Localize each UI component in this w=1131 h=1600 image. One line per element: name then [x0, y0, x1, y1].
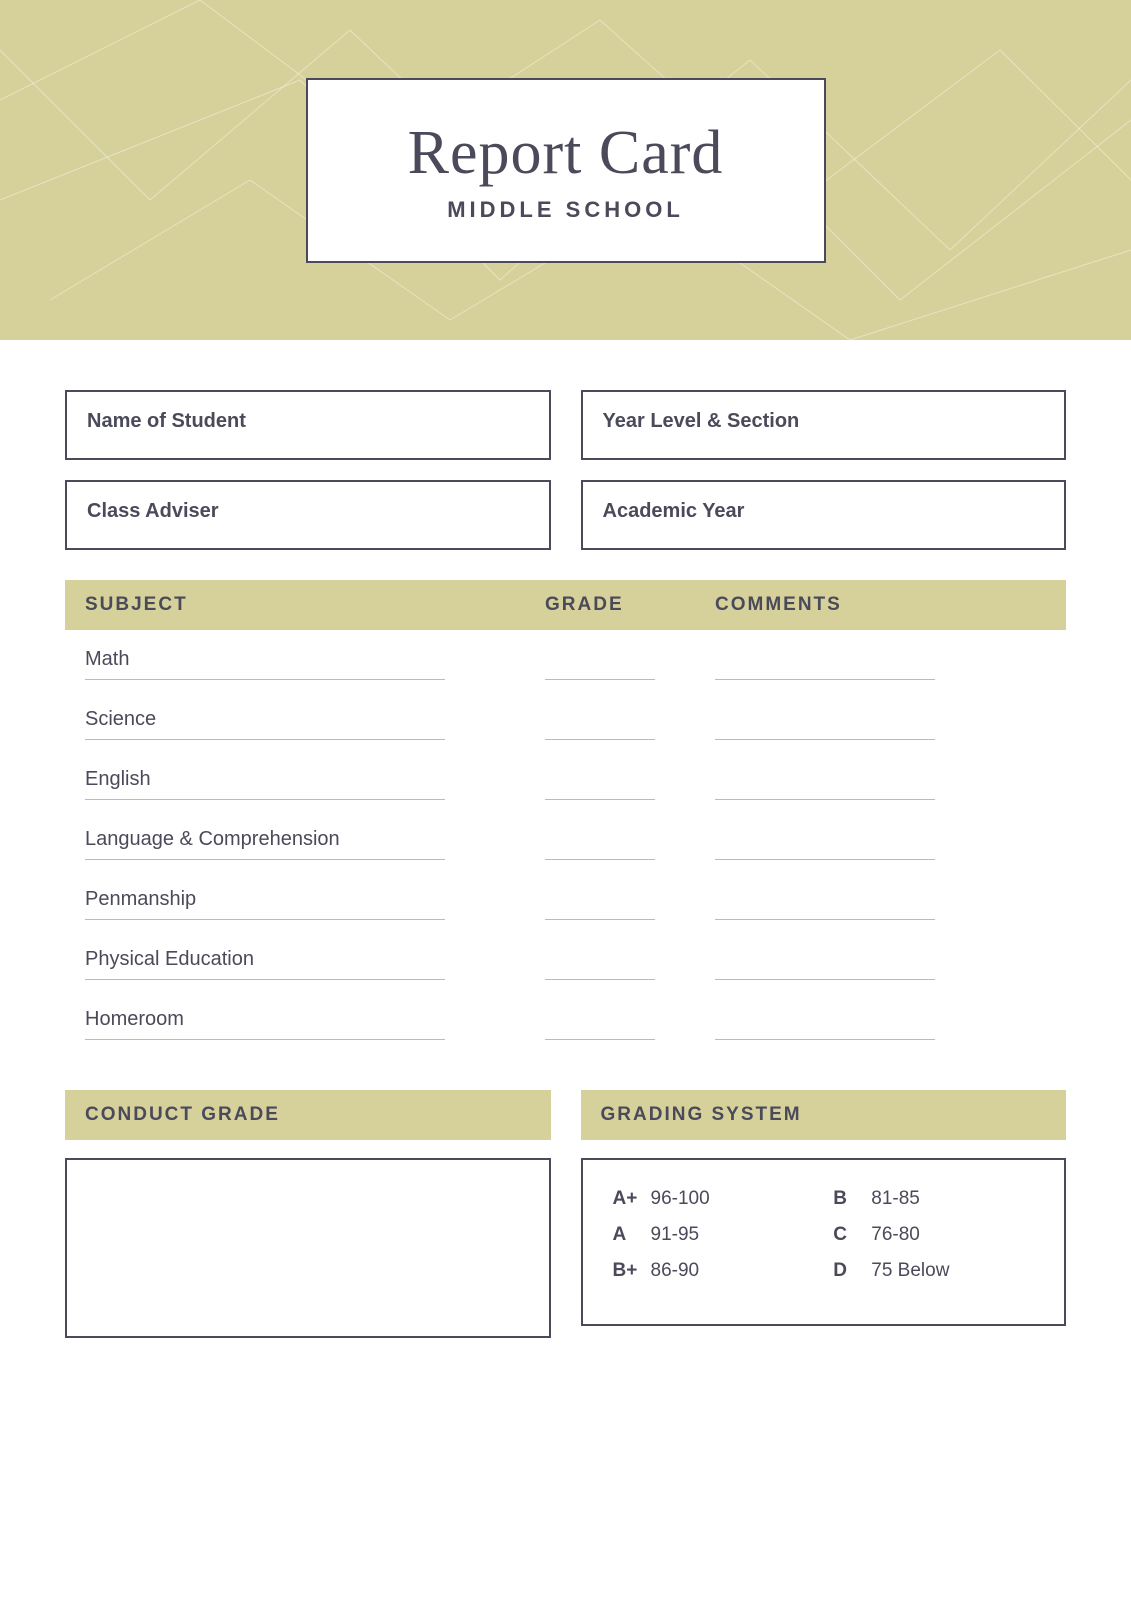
comments-line — [715, 838, 935, 860]
grade-range: 76-80 — [871, 1224, 920, 1246]
table-row: Language & Comprehension — [65, 810, 1066, 870]
grade-line — [545, 718, 655, 740]
comments-column-header: COMMENTS — [715, 594, 1066, 616]
grade-line — [545, 778, 655, 800]
grading-system-section: GRADING SYSTEM A+ 96-100 B 81-85 A 91-9 — [581, 1090, 1067, 1338]
year-level-field[interactable]: Year Level & Section — [581, 390, 1067, 460]
grade-letter: B+ — [613, 1260, 643, 1282]
table-row: Homeroom — [65, 990, 1066, 1050]
grade-entry-c: C 76-80 — [833, 1224, 1034, 1246]
info-row-1: Name of Student Year Level & Section — [65, 390, 1066, 460]
conduct-grade-section: CONDUCT GRADE — [65, 1090, 551, 1338]
grade-entry-aplus: A+ 96-100 — [613, 1188, 814, 1210]
comments-line — [715, 718, 935, 740]
table-header: SUBJECT GRADE COMMENTS — [65, 580, 1066, 630]
subject-name: Penmanship — [85, 888, 545, 911]
comments-line — [715, 898, 935, 920]
class-adviser-field[interactable]: Class Adviser — [65, 480, 551, 550]
grade-line — [545, 838, 655, 860]
grade-line — [545, 898, 655, 920]
report-card-title: Report Card — [358, 118, 774, 189]
subject-underline — [85, 739, 445, 740]
table-row: Math — [65, 630, 1066, 690]
academic-year-field[interactable]: Academic Year — [581, 480, 1067, 550]
content-area: Name of Student Year Level & Section Cla… — [0, 340, 1131, 1388]
comments-line — [715, 1018, 935, 1040]
school-level: MIDDLE SCHOOL — [358, 197, 774, 223]
subject-underline — [85, 859, 445, 860]
grade-letter: D — [833, 1260, 863, 1282]
subject-underline — [85, 979, 445, 980]
subject-name: English — [85, 768, 545, 791]
table-row: Penmanship — [65, 870, 1066, 930]
bottom-section: CONDUCT GRADE GRADING SYSTEM A+ 96-100 B… — [65, 1090, 1066, 1338]
grade-range: 91-95 — [651, 1224, 700, 1246]
grade-letter: C — [833, 1224, 863, 1246]
subject-name: Math — [85, 648, 545, 671]
grading-row-2: A 91-95 C 76-80 — [613, 1224, 1035, 1246]
table-row: Physical Education — [65, 930, 1066, 990]
grade-line — [545, 1018, 655, 1040]
subject-name: Physical Education — [85, 948, 545, 971]
conduct-grade-header: CONDUCT GRADE — [65, 1090, 551, 1140]
grade-entry-a: A 91-95 — [613, 1224, 814, 1246]
student-name-field[interactable]: Name of Student — [65, 390, 551, 460]
grade-line — [545, 658, 655, 680]
grade-letter: A — [613, 1224, 643, 1246]
grade-range: 86-90 — [651, 1260, 700, 1282]
subject-column-header: SUBJECT — [65, 594, 545, 616]
subject-name: Science — [85, 708, 545, 731]
subject-underline — [85, 679, 445, 680]
comments-line — [715, 958, 935, 980]
grade-line — [545, 958, 655, 980]
subject-underline — [85, 799, 445, 800]
grading-system-header: GRADING SYSTEM — [581, 1090, 1067, 1140]
grading-system-box: A+ 96-100 B 81-85 A 91-95 C 76-8 — [581, 1158, 1067, 1326]
grade-entry-d: D 75 Below — [833, 1260, 1034, 1282]
grade-range: 81-85 — [871, 1188, 920, 1210]
table-row: English — [65, 750, 1066, 810]
conduct-grade-box[interactable] — [65, 1158, 551, 1338]
subject-underline — [85, 919, 445, 920]
title-box: Report Card MIDDLE SCHOOL — [306, 78, 826, 263]
subject-name: Language & Comprehension — [85, 828, 545, 851]
comments-line — [715, 658, 935, 680]
grade-entry-b: B 81-85 — [833, 1188, 1034, 1210]
grade-letter: B — [833, 1188, 863, 1210]
table-row: Science — [65, 690, 1066, 750]
grade-range: 96-100 — [651, 1188, 710, 1210]
grade-letter: A+ — [613, 1188, 643, 1210]
grading-row-1: A+ 96-100 B 81-85 — [613, 1188, 1035, 1210]
grading-row-3: B+ 86-90 D 75 Below — [613, 1260, 1035, 1282]
grade-column-header: GRADE — [545, 594, 715, 616]
subjects-list: Math Science English — [65, 630, 1066, 1050]
info-row-2: Class Adviser Academic Year — [65, 480, 1066, 550]
grade-range: 75 Below — [871, 1260, 949, 1282]
subject-underline — [85, 1039, 445, 1040]
grade-entry-bplus: B+ 86-90 — [613, 1260, 814, 1282]
comments-line — [715, 778, 935, 800]
header-section: Report Card MIDDLE SCHOOL — [0, 0, 1131, 340]
subject-name: Homeroom — [85, 1008, 545, 1031]
